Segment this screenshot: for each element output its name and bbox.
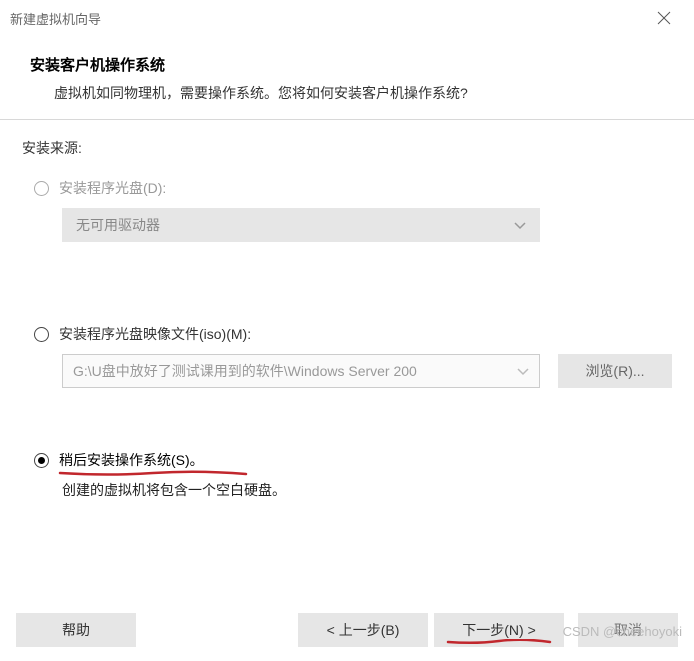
disc-dropdown-text: 无可用驱动器 (76, 215, 160, 235)
next-button[interactable]: 下一步(N) > (434, 613, 564, 647)
browse-button[interactable]: 浏览(R)... (558, 354, 672, 388)
close-icon (657, 11, 671, 25)
radio-iso[interactable] (34, 327, 49, 342)
cancel-button-label: 取消 (614, 620, 642, 640)
close-button[interactable] (644, 3, 684, 33)
chevron-down-icon (517, 363, 529, 379)
iso-row: G:\U盘中放好了测试课用到的软件\Windows Server 200 浏览(… (62, 354, 672, 388)
wizard-header: 安装客户机操作系统 虚拟机如同物理机，需要操作系统。您将如何安装客户机操作系统? (0, 36, 694, 119)
footer: 帮助 < 上一步(B) 下一步(N) > 取消 (0, 613, 694, 647)
radio-later[interactable] (34, 453, 49, 468)
radio-disc[interactable] (34, 181, 49, 196)
option-iso: 安装程序光盘映像文件(iso)(M): G:\U盘中放好了测试课用到的软件\Wi… (34, 324, 672, 388)
back-button[interactable]: < 上一步(B) (298, 613, 428, 647)
back-button-label: < 上一步(B) (327, 620, 400, 640)
option-later-row[interactable]: 稍后安装操作系统(S)。 (34, 450, 672, 470)
source-label: 安装来源: (22, 138, 672, 158)
help-button-label: 帮助 (62, 620, 90, 640)
annotation-underline (58, 470, 248, 476)
option-iso-row[interactable]: 安装程序光盘映像文件(iso)(M): (34, 324, 672, 344)
option-disc-row[interactable]: 安装程序光盘(D): (34, 178, 672, 198)
cancel-button[interactable]: 取消 (578, 613, 678, 647)
iso-path-input[interactable]: G:\U盘中放好了测试课用到的软件\Windows Server 200 (62, 354, 540, 388)
content-area: 安装来源: 安装程序光盘(D): 无可用驱动器 安装程序光盘映像文件(iso)(… (0, 120, 694, 500)
option-later-description: 创建的虚拟机将包含一个空白硬盘。 (62, 480, 672, 500)
iso-path-text: G:\U盘中放好了测试课用到的软件\Windows Server 200 (73, 361, 417, 381)
help-button[interactable]: 帮助 (16, 613, 136, 647)
page-title: 安装客户机操作系统 (30, 54, 664, 75)
window-title: 新建虚拟机向导 (10, 9, 644, 28)
chevron-down-icon (514, 217, 526, 233)
disc-dropdown[interactable]: 无可用驱动器 (62, 208, 540, 242)
browse-button-label: 浏览(R)... (585, 361, 644, 381)
option-disc-label: 安装程序光盘(D): (59, 178, 166, 198)
next-button-label: 下一步(N) > (462, 620, 536, 640)
page-description: 虚拟机如同物理机，需要操作系统。您将如何安装客户机操作系统? (54, 83, 664, 103)
titlebar: 新建虚拟机向导 (0, 0, 694, 36)
option-disc: 安装程序光盘(D): 无可用驱动器 (34, 178, 672, 242)
option-later: 稍后安装操作系统(S)。 创建的虚拟机将包含一个空白硬盘。 (34, 450, 672, 500)
option-later-label: 稍后安装操作系统(S)。 (59, 450, 204, 470)
option-iso-label: 安装程序光盘映像文件(iso)(M): (59, 324, 251, 344)
